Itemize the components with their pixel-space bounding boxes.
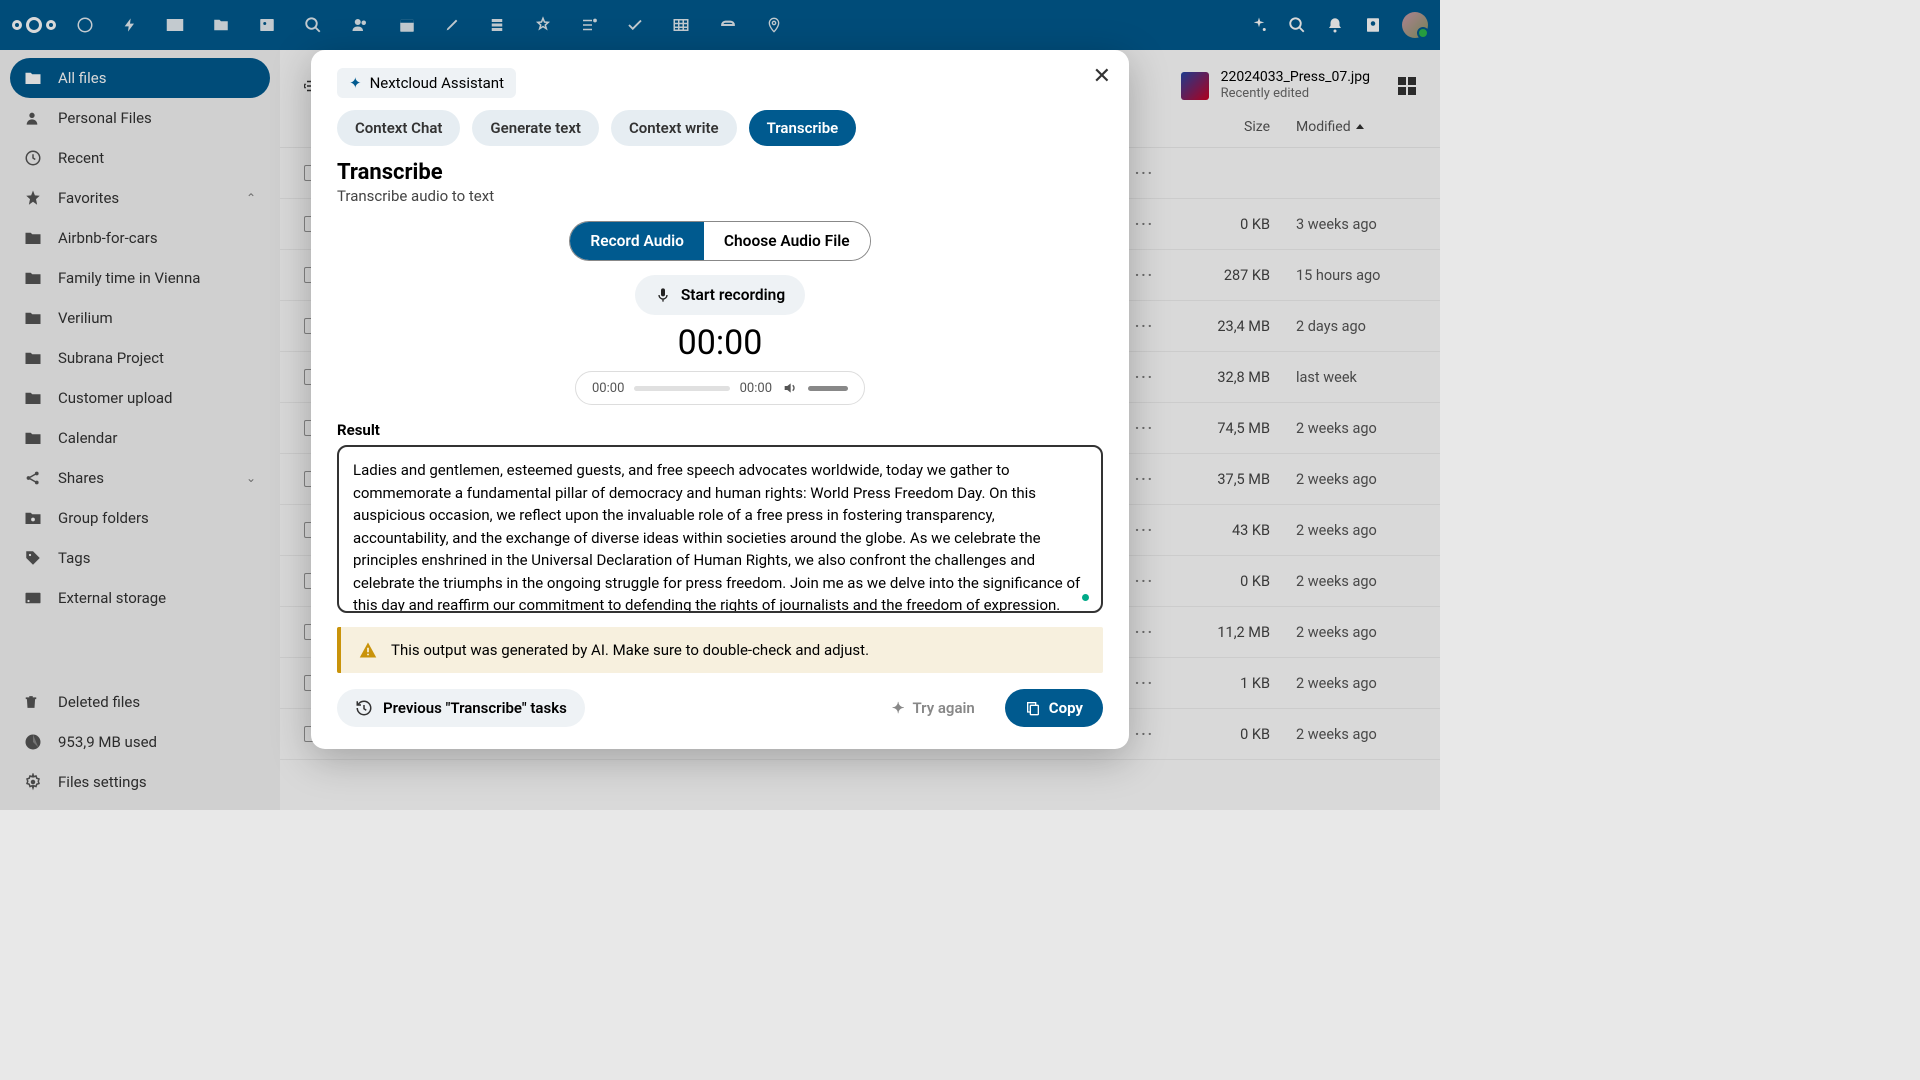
modal-subtitle: Transcribe audio to text <box>337 187 1103 205</box>
assistant-modal: ✕ ✦ Nextcloud Assistant Context Chat Gene… <box>311 50 1129 749</box>
volume-icon[interactable] <box>782 380 798 396</box>
volume-bar[interactable] <box>808 386 848 391</box>
history-icon <box>355 699 373 717</box>
previous-tasks-button[interactable]: Previous "Transcribe" tasks <box>337 689 585 727</box>
tab-context-write[interactable]: Context write <box>611 110 737 146</box>
copy-icon <box>1025 699 1041 717</box>
ai-warning-banner: This output was generated by AI. Make su… <box>337 627 1103 673</box>
warning-icon <box>359 641 377 659</box>
mic-icon <box>655 285 671 305</box>
copy-button[interactable]: Copy <box>1005 689 1103 727</box>
status-dot-icon <box>1082 594 1089 601</box>
record-audio-button[interactable]: Record Audio <box>570 222 704 260</box>
modal-title: Transcribe <box>337 160 1103 185</box>
progress-end: 00:00 <box>740 381 772 396</box>
spark-icon: ✦ <box>349 74 362 92</box>
assistant-tabs: Context Chat Generate text Context write Tr… <box>337 110 1103 146</box>
progress-bar[interactable] <box>634 386 729 391</box>
close-icon[interactable]: ✕ <box>1093 64 1111 89</box>
result-textarea[interactable]: Ladies and gentlemen, esteemed guests, a… <box>337 445 1103 613</box>
tab-generate-text[interactable]: Generate text <box>472 110 599 146</box>
result-label: Result <box>337 421 1103 439</box>
progress-start: 00:00 <box>592 381 624 396</box>
tab-context-chat[interactable]: Context Chat <box>337 110 460 146</box>
modal-overlay: ✕ ✦ Nextcloud Assistant Context Chat Gene… <box>0 0 1440 810</box>
playback-progress[interactable]: 00:00 00:00 <box>575 371 865 405</box>
audio-input-segmented: Record Audio Choose Audio File <box>569 221 870 261</box>
tab-transcribe[interactable]: Transcribe <box>749 110 857 146</box>
choose-audio-button[interactable]: Choose Audio File <box>704 222 870 260</box>
assistant-label: ✦ Nextcloud Assistant <box>337 68 516 98</box>
start-recording-button[interactable]: Start recording <box>635 275 805 315</box>
recording-timer: 00:00 <box>337 323 1103 363</box>
regenerate-icon: ✦ <box>892 699 905 717</box>
try-again-button[interactable]: ✦ Try again <box>874 689 993 727</box>
